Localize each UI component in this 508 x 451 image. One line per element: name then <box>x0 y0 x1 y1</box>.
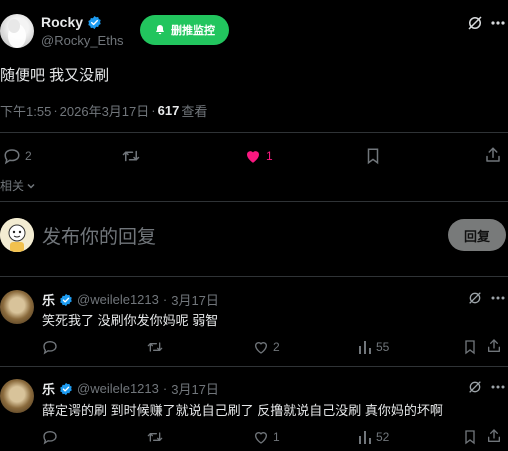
comment-views-action[interactable]: 55 <box>358 339 389 355</box>
divider <box>0 276 508 277</box>
bookmark-action[interactable] <box>364 147 382 165</box>
post-text: 随便吧 我又没刷 <box>0 67 110 84</box>
comment-bookmark-action[interactable] <box>462 339 478 355</box>
reply-icon <box>42 339 58 355</box>
like-count: 1 <box>266 149 273 163</box>
heart-icon <box>253 339 269 355</box>
reply-icon <box>3 147 21 165</box>
bookmark-icon <box>462 429 478 445</box>
retweet-action[interactable] <box>122 147 140 165</box>
divider <box>0 201 508 202</box>
reply-button[interactable]: 回复 <box>448 219 506 251</box>
comment-reply-action[interactable] <box>42 339 58 355</box>
comment-handle[interactable]: @weilele1213 <box>77 292 159 307</box>
bell-icon <box>154 24 166 36</box>
related-label: 相关 <box>0 179 25 193</box>
share-icon <box>486 338 502 354</box>
meta-separator: · <box>53 103 58 118</box>
author-name[interactable]: Rocky <box>41 14 102 30</box>
comment-bookmark-action[interactable] <box>462 429 478 445</box>
author-avatar[interactable] <box>0 14 34 48</box>
post-date[interactable]: 2026年3月17日 <box>60 101 150 120</box>
views-label: 查看 <box>181 104 208 119</box>
reply-count: 2 <box>25 149 32 163</box>
share-icon <box>486 428 502 444</box>
author-handle[interactable]: @Rocky_Eths <box>41 33 124 48</box>
delete-monitor-button[interactable]: 删推监控 <box>140 15 229 45</box>
grok-icon[interactable] <box>467 290 483 306</box>
grok-icon[interactable] <box>467 379 483 395</box>
more-options-icon[interactable] <box>490 290 506 306</box>
grok-icon[interactable] <box>466 14 484 32</box>
comment-separator: · <box>162 381 168 396</box>
divider <box>0 366 508 367</box>
views-count: 617 <box>157 103 180 118</box>
comment-header: 乐 @weilele1213 · 3月17日 <box>42 290 219 309</box>
comment-retweet-action[interactable] <box>147 429 163 445</box>
comment-views-action[interactable]: 52 <box>358 429 389 445</box>
post-meta: 下午1:55 · 2026年3月17日 · 617 查看 <box>0 101 207 120</box>
comment-text: 薛定谔的刷 到时候赚了就说自己刷了 反撸就说自己没刷 真你妈的坏啊 <box>42 403 443 418</box>
comment-author-name[interactable]: 乐 <box>42 290 55 309</box>
more-options-icon[interactable] <box>490 14 506 32</box>
comment-header: 乐 @weilele1213 · 3月17日 <box>42 379 219 398</box>
comment-share-action[interactable] <box>486 338 502 354</box>
views-chart-icon <box>358 429 372 445</box>
comment-view-count: 52 <box>376 430 390 444</box>
comment-separator: · <box>162 292 168 307</box>
chevron-down-icon <box>26 181 36 191</box>
reply-input[interactable]: 发布你的回复 <box>42 222 156 249</box>
comment-author-name[interactable]: 乐 <box>42 379 55 398</box>
comment-text: 笑死我了 没刷你发你妈呢 弱智 <box>42 313 219 328</box>
author-name-text[interactable]: Rocky <box>41 14 83 30</box>
retweet-icon <box>147 339 163 355</box>
verified-badge-icon <box>87 15 102 30</box>
comment-view-count: 55 <box>376 340 390 354</box>
reply-icon <box>42 429 58 445</box>
reply-action[interactable]: 2 <box>3 147 32 165</box>
heart-icon <box>253 429 269 445</box>
views-chart-icon <box>358 339 372 355</box>
comment-like-action[interactable]: 1 <box>253 429 280 445</box>
retweet-icon <box>147 429 163 445</box>
post-time[interactable]: 下午1:55 <box>0 101 51 120</box>
comment-retweet-action[interactable] <box>147 339 163 355</box>
share-icon <box>484 146 502 164</box>
comment-date[interactable]: 3月17日 <box>171 379 219 398</box>
verified-badge-icon <box>59 382 73 396</box>
share-action[interactable] <box>484 146 502 164</box>
comment-reply-action[interactable] <box>42 429 58 445</box>
divider <box>0 132 508 133</box>
comment-handle[interactable]: @weilele1213 <box>77 381 159 396</box>
comment-date[interactable]: 3月17日 <box>171 290 219 309</box>
comment-avatar[interactable] <box>0 379 34 413</box>
meta-separator: · <box>151 103 156 118</box>
delete-monitor-label: 删推监控 <box>171 25 215 37</box>
bookmark-icon <box>462 339 478 355</box>
related-toggle[interactable]: 相关 <box>0 177 36 194</box>
comment-share-action[interactable] <box>486 428 502 444</box>
comment-like-action[interactable]: 2 <box>253 339 280 355</box>
my-avatar[interactable] <box>0 218 34 252</box>
verified-badge-icon <box>59 293 73 307</box>
retweet-icon <box>122 147 140 165</box>
like-action[interactable]: 1 <box>244 147 273 165</box>
heart-filled-icon <box>244 147 262 165</box>
more-options-icon[interactable] <box>490 379 506 395</box>
comment-like-count: 2 <box>273 340 280 354</box>
comment-avatar[interactable] <box>0 290 34 324</box>
comment-like-count: 1 <box>273 430 280 444</box>
bookmark-icon <box>364 147 382 165</box>
